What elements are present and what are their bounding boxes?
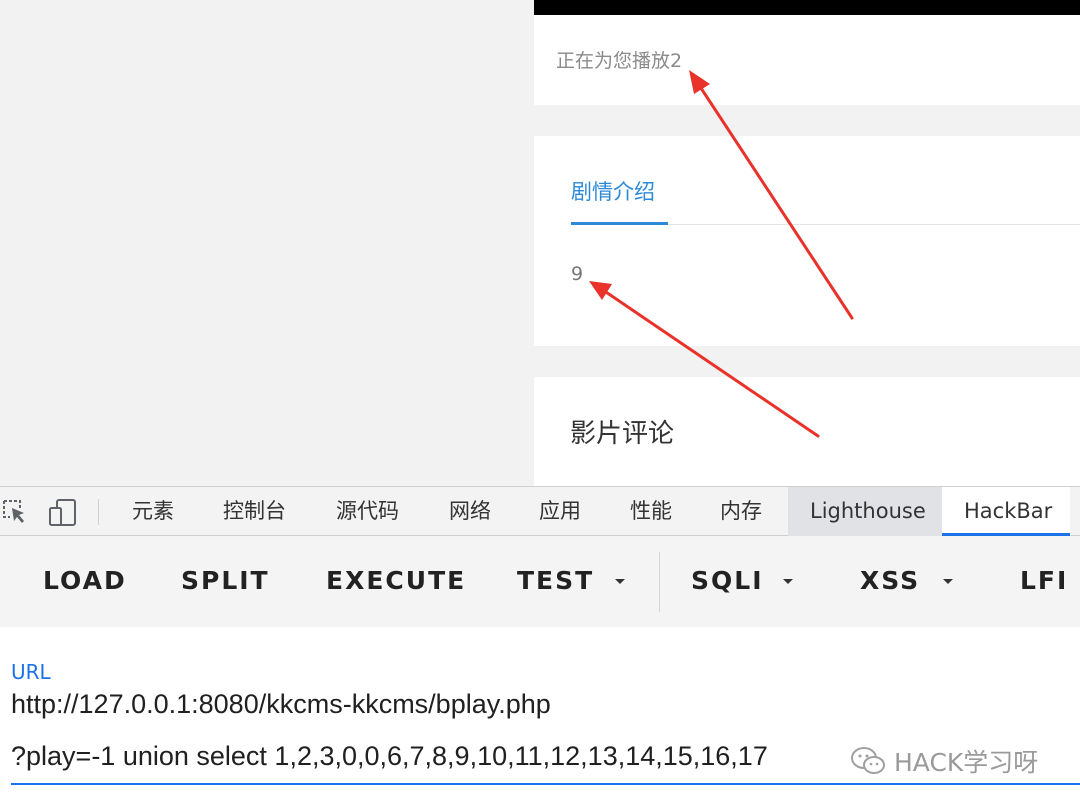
tab-elements[interactable]: 元素 [120, 487, 186, 536]
load-button[interactable]: LOAD [43, 566, 127, 595]
plot-intro-content: 9 [571, 263, 584, 285]
tab-performance[interactable]: 性能 [618, 487, 684, 536]
wechat-icon [850, 746, 886, 782]
url-field-area: URL http://127.0.0.1:8080/kkcms-kkcms/bp… [0, 627, 1080, 807]
url-label: URL [11, 660, 51, 684]
tab-memory[interactable]: 内存 [708, 487, 774, 536]
split-button[interactable]: SPLIT [181, 566, 270, 595]
lfi-button[interactable]: LFI [1020, 566, 1068, 595]
device-toolbar-icon[interactable] [48, 499, 78, 531]
tab-plot-intro[interactable]: 剧情介绍 [571, 176, 655, 206]
tab-application[interactable]: 应用 [527, 487, 593, 536]
sqli-button[interactable]: SQLI [691, 566, 764, 595]
inspect-element-icon[interactable] [2, 499, 28, 529]
tab-console[interactable]: 控制台 [211, 487, 298, 536]
test-dropdown-icon[interactable] [615, 579, 625, 584]
url-input-line-1[interactable]: http://127.0.0.1:8080/kkcms-kkcms/bplay.… [11, 689, 551, 720]
comments-heading: 影片评论 [570, 419, 675, 449]
watermark: HACK学习呀 [850, 743, 1038, 782]
xss-dropdown-icon[interactable] [943, 579, 953, 584]
tab-sources[interactable]: 源代码 [324, 487, 411, 536]
url-input-line-2[interactable]: ?play=-1 union select 1,2,3,0,0,6,7,8,9,… [11, 741, 768, 772]
now-playing-text: 正在为您播放2 [556, 50, 683, 72]
video-player-frame[interactable] [534, 0, 1080, 15]
movie-comments-card: 影片评论 [534, 377, 1080, 486]
watermark-text: HACK学习呀 [894, 748, 1039, 777]
xss-button[interactable]: XSS [860, 566, 920, 595]
url-input-underline [11, 783, 1080, 785]
execute-button[interactable]: EXECUTE [326, 566, 466, 595]
tab-lighthouse[interactable]: Lighthouse [788, 487, 942, 536]
tab-network[interactable]: 网络 [437, 487, 503, 536]
devtools-separator [98, 499, 99, 525]
sqli-dropdown-icon[interactable] [783, 579, 793, 584]
video-player-card: 正在为您播放2 [534, 0, 1080, 105]
plot-tab-active-indicator [571, 222, 668, 225]
tab-hackbar[interactable]: HackBar [942, 487, 1070, 536]
hackbar-separator [659, 552, 660, 612]
devtools-tab-bar: 元素 控制台 源代码 网络 应用 性能 内存 Lighthouse HackBa… [0, 486, 1080, 536]
test-button[interactable]: TEST [517, 566, 594, 595]
web-page-viewport: 正在为您播放2 剧情介绍 9 影片评论 [0, 0, 1080, 486]
plot-intro-card: 剧情介绍 9 [534, 136, 1080, 346]
hackbar-toolbar: LOAD SPLIT EXECUTE TEST SQLI XSS LFI [0, 536, 1080, 627]
